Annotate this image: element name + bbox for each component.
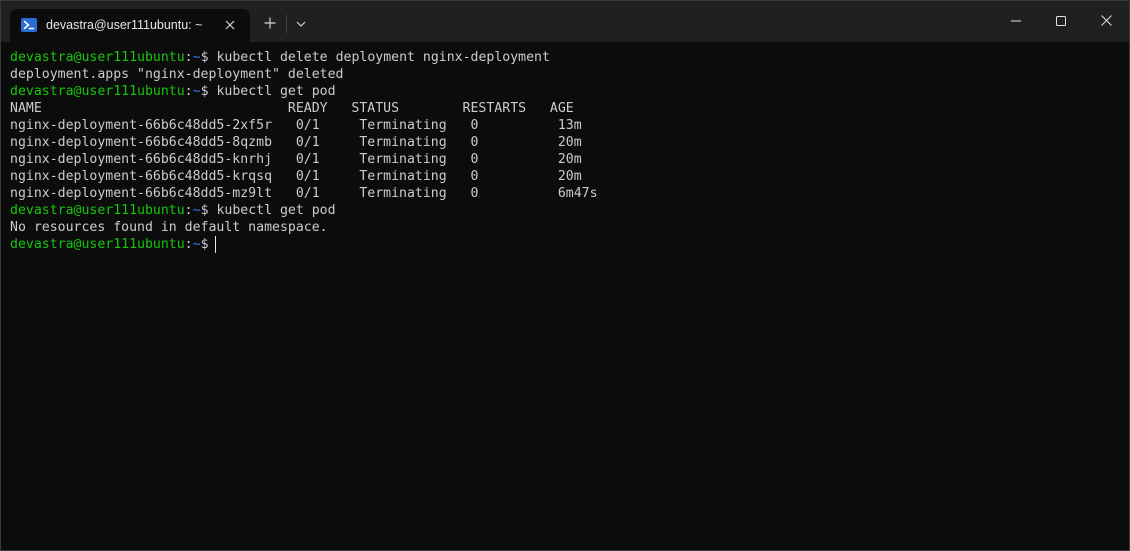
tab-divider bbox=[286, 15, 287, 33]
prompt-colon: : bbox=[184, 237, 193, 252]
terminal-output[interactable]: devastra@user111ubuntu:~$ kubectl delete… bbox=[10, 49, 1120, 544]
output-text: deployment.apps "nginx-deployment" delet… bbox=[10, 67, 344, 82]
prompt-user-host: devastra@user111ubuntu bbox=[10, 203, 185, 218]
prompt-symbol: $ bbox=[200, 203, 209, 218]
command-line: devastra@user111ubuntu:~$ kubectl get po… bbox=[10, 83, 1120, 100]
output-line: nginx-deployment-66b6c48dd5-8qzmb 0/1 Te… bbox=[10, 134, 1120, 151]
command-text: kubectl get pod bbox=[208, 84, 336, 99]
command-line: devastra@user111ubuntu:~$ kubectl get po… bbox=[10, 202, 1120, 219]
output-text: nginx-deployment-66b6c48dd5-knrhj 0/1 Te… bbox=[10, 152, 582, 167]
close-button[interactable] bbox=[1083, 1, 1129, 42]
prompt-symbol: $ bbox=[200, 237, 209, 252]
command-line: devastra@user111ubuntu:~$ bbox=[10, 236, 1120, 253]
output-line: No resources found in default namespace. bbox=[10, 219, 1120, 236]
output-text: No resources found in default namespace. bbox=[10, 220, 328, 235]
command-text: kubectl delete deployment nginx-deployme… bbox=[208, 50, 550, 65]
tab-terminal[interactable]: devastra@user111ubuntu: ~ bbox=[10, 9, 250, 42]
terminal-window: devastra@user111ubuntu: ~ devastra@user1… bbox=[0, 0, 1130, 551]
output-line: nginx-deployment-66b6c48dd5-krqsq 0/1 Te… bbox=[10, 168, 1120, 185]
prompt-symbol: $ bbox=[200, 84, 209, 99]
tab-title: devastra@user111ubuntu: ~ bbox=[46, 18, 203, 32]
output-line: nginx-deployment-66b6c48dd5-mz9lt 0/1 Te… bbox=[10, 185, 1120, 202]
output-text: nginx-deployment-66b6c48dd5-mz9lt 0/1 Te… bbox=[10, 186, 598, 201]
output-line: deployment.apps "nginx-deployment" delet… bbox=[10, 66, 1120, 83]
maximize-icon bbox=[1056, 13, 1066, 31]
prompt-user-host: devastra@user111ubuntu bbox=[10, 84, 185, 99]
prompt-path: ~ bbox=[192, 84, 201, 99]
output-line: nginx-deployment-66b6c48dd5-knrhj 0/1 Te… bbox=[10, 151, 1120, 168]
maximize-button[interactable] bbox=[1038, 1, 1084, 42]
prompt-colon: : bbox=[184, 50, 193, 65]
prompt-colon: : bbox=[184, 203, 193, 218]
plus-icon[interactable] bbox=[262, 15, 278, 31]
prompt-path: ~ bbox=[192, 50, 201, 65]
prompt-colon: : bbox=[184, 84, 193, 99]
title-bar[interactable]: devastra@user111ubuntu: ~ bbox=[1, 1, 1129, 42]
close-icon bbox=[1100, 13, 1112, 31]
output-text: NAME READY STATUS RESTARTS AGE bbox=[10, 101, 574, 116]
prompt-symbol: $ bbox=[200, 50, 209, 65]
command-line: devastra@user111ubuntu:~$ kubectl delete… bbox=[10, 49, 1120, 66]
text-cursor bbox=[214, 236, 216, 253]
output-line: nginx-deployment-66b6c48dd5-2xf5r 0/1 Te… bbox=[10, 117, 1120, 134]
tab-close-icon[interactable] bbox=[222, 17, 238, 33]
prompt-path: ~ bbox=[192, 237, 201, 252]
output-text: nginx-deployment-66b6c48dd5-8qzmb 0/1 Te… bbox=[10, 135, 582, 150]
minimize-icon bbox=[1011, 13, 1021, 31]
prompt-user-host: devastra@user111ubuntu bbox=[10, 50, 185, 65]
prompt-user-host: devastra@user111ubuntu bbox=[10, 237, 185, 252]
minimize-button[interactable] bbox=[993, 1, 1039, 42]
powershell-terminal-icon bbox=[21, 17, 37, 33]
output-line: NAME READY STATUS RESTARTS AGE bbox=[10, 100, 1120, 117]
output-text: nginx-deployment-66b6c48dd5-2xf5r 0/1 Te… bbox=[10, 118, 582, 133]
chevron-down-icon[interactable] bbox=[293, 16, 309, 32]
prompt-path: ~ bbox=[192, 203, 201, 218]
command-text: kubectl get pod bbox=[208, 203, 336, 218]
output-text: nginx-deployment-66b6c48dd5-krqsq 0/1 Te… bbox=[10, 169, 582, 184]
